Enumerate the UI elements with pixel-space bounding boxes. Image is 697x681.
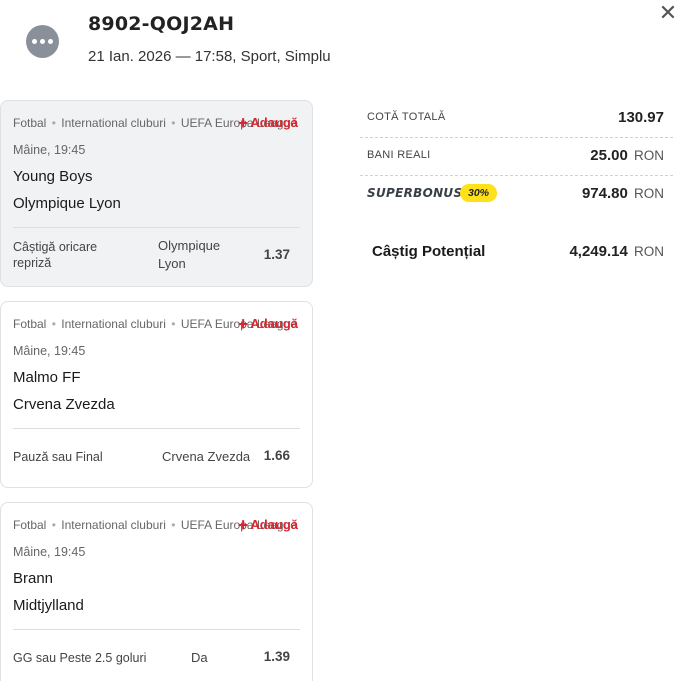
total-odds-label: COTĂ TOTALĂ xyxy=(367,111,446,123)
selection-name: Olympique Lyon xyxy=(158,238,221,271)
market-name: Pauză sau Final xyxy=(13,450,103,464)
add-button[interactable]: + Adaugă xyxy=(238,515,298,536)
superbonus-label: SUPERBONUS xyxy=(367,186,463,200)
market-name: GG sau Peste 2.5 goluri xyxy=(13,651,147,665)
away-team: Olympique Lyon xyxy=(13,195,121,212)
selection-name: Crvena Zvezda xyxy=(162,449,251,464)
home-team: Brann xyxy=(13,570,54,587)
divider xyxy=(13,227,300,228)
close-icon[interactable]: ✕ xyxy=(657,3,679,25)
home-team: Young Boys xyxy=(13,168,93,185)
add-button[interactable]: + Adaugă xyxy=(238,113,298,134)
plus-icon: + xyxy=(237,113,249,133)
away-team: Midtjylland xyxy=(13,597,84,614)
ticket-header: 8902-QOJ2AH 21 Ian. 2026 — 17:58, Sport,… xyxy=(0,0,697,90)
event-time: Mâine, 19:45 xyxy=(13,545,86,559)
divider xyxy=(13,629,300,630)
stake-row: BANI REALI 25.00 RON xyxy=(360,138,673,176)
bonus-row: SUPERBONUS 30% 974.80 RON xyxy=(360,176,673,214)
event-time: Mâine, 19:45 xyxy=(13,344,86,358)
ticket-id: 8902-QOJ2AH xyxy=(88,13,235,35)
stake-label: BANI REALI xyxy=(367,149,431,161)
stake-value: 25.00 RON xyxy=(590,147,664,164)
total-odds-row: COTĂ TOTALĂ 130.97 xyxy=(360,100,673,138)
odd-value: 1.39 xyxy=(263,649,290,664)
selection-name: Da xyxy=(191,650,208,665)
bet-card[interactable]: Fotbal • International cluburi • UEFA Eu… xyxy=(0,502,313,681)
bet-card[interactable]: Fotbal • International cluburi • UEFA Eu… xyxy=(0,301,313,488)
odd-value: 1.66 xyxy=(263,448,290,463)
plus-icon: + xyxy=(237,515,249,535)
event-time: Mâine, 19:45 xyxy=(13,143,86,157)
ticket-meta: 21 Ian. 2026 — 17:58, Sport, Simplu xyxy=(88,48,331,65)
add-button[interactable]: + Adaugă xyxy=(238,314,298,335)
bonus-badge: 30% xyxy=(460,184,498,202)
more-dots-icon[interactable] xyxy=(26,25,59,58)
ticket-summary: COTĂ TOTALĂ 130.97 BANI REALI 25.00 RON … xyxy=(360,100,673,260)
odd-value: 1.37 xyxy=(263,247,290,262)
market-name: Câștigă oricare repriză xyxy=(13,240,98,270)
bet-card[interactable]: Fotbal • International cluburi • UEFA Eu… xyxy=(0,100,313,287)
potential-win-label: Câștig Potențial xyxy=(372,243,486,260)
divider xyxy=(13,428,300,429)
plus-icon: + xyxy=(237,314,249,334)
potential-win-row: Câștig Potențial 4,249.14 RON xyxy=(360,236,673,266)
potential-win-value: 4,249.14 RON xyxy=(569,243,664,260)
total-odds-value: 130.97 xyxy=(618,109,664,126)
home-team: Malmo FF xyxy=(13,369,81,386)
away-team: Crvena Zvezda xyxy=(13,396,115,413)
bonus-value: 974.80 RON xyxy=(581,185,664,202)
